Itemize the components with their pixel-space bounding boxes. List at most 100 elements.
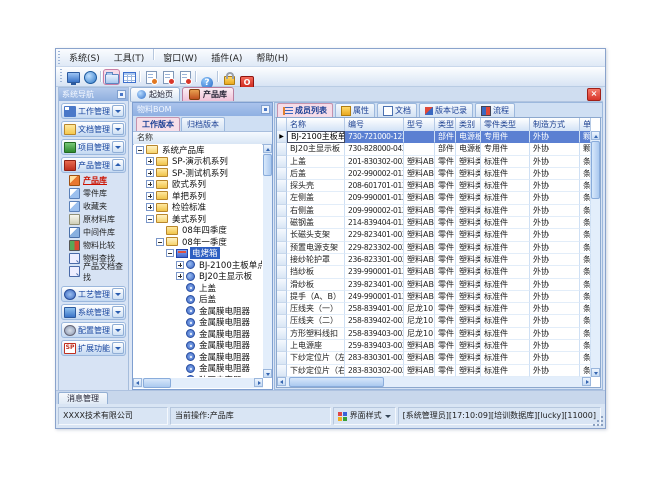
table-cell[interactable]: 上盖	[287, 156, 345, 168]
tree-node-08年一季度[interactable]: 08年一季度	[134, 236, 262, 248]
collapse-minus-icon[interactable]	[166, 249, 174, 257]
column-header-单位[interactable]: 单位	[580, 118, 591, 131]
table-cell[interactable]: 塑料类	[456, 168, 481, 180]
table-cell[interactable]: 214-839404-01X	[345, 217, 404, 229]
tab-属性[interactable]: 属性	[335, 103, 375, 117]
scroll-left-icon[interactable]	[277, 377, 286, 386]
table-cell[interactable]: 塑料类	[456, 242, 481, 254]
table-cell[interactable]: 部件	[435, 143, 456, 155]
collapse-minus-icon[interactable]	[156, 238, 164, 246]
table-cell[interactable]: 外协	[530, 328, 580, 340]
table-row[interactable]: 下纱定位片（左）283-830301-00X塑料ABS零件塑料类标准件外协条	[277, 352, 591, 364]
table-cell[interactable]: 塑料类	[456, 315, 481, 327]
table-row[interactable]: 提手（A、B）249-990001-01X塑料ABS零件塑料类标准件外协条	[277, 291, 591, 303]
menu-item-窗口[interactable]: 窗口(W)	[156, 49, 204, 66]
table-cell[interactable]: 外协	[530, 340, 580, 352]
tree-node-后盖[interactable]: 后盖	[134, 294, 262, 306]
table-cell[interactable]: 零件	[435, 156, 456, 168]
table-cell[interactable]: BJ-2100主板单点	[287, 131, 345, 143]
collapse-minus-icon[interactable]	[146, 215, 154, 223]
table-row[interactable]: 左侧盖209-990001-01X塑料ABS零件塑料类标准件外协条	[277, 192, 591, 204]
table-cell[interactable]	[404, 131, 435, 143]
table-cell[interactable]: 202-990002-01X	[345, 168, 404, 180]
row-selector[interactable]	[277, 315, 287, 327]
table-cell[interactable]: 239-823401-00X	[345, 279, 404, 291]
table-cell[interactable]: 标准件	[481, 340, 530, 352]
expand-plus-icon[interactable]	[146, 157, 154, 165]
table-cell[interactable]: 零件	[435, 340, 456, 352]
table-cell[interactable]: 外协	[530, 143, 580, 155]
table-cell[interactable]: 塑料类	[456, 365, 481, 377]
tab-文档[interactable]: 文档	[377, 103, 417, 117]
table-cell[interactable]: 零件	[435, 365, 456, 377]
table-cell[interactable]: 塑料ABS	[404, 168, 435, 180]
column-header-类型[interactable]: 类型	[435, 118, 456, 131]
table-cell[interactable]: 283-830302-00X	[345, 365, 404, 377]
table-cell[interactable]: 条	[580, 254, 591, 266]
table-cell[interactable]: 条	[580, 242, 591, 254]
table-cell[interactable]: 外协	[530, 303, 580, 315]
table-cell[interactable]: 标准件	[481, 303, 530, 315]
scrollbar-thumb[interactable]	[289, 377, 384, 387]
tab-版本记录[interactable]: 版本记录	[419, 103, 473, 117]
chevron-down-icon[interactable]	[112, 288, 124, 300]
table-cell[interactable]: 外协	[530, 180, 580, 192]
menu-item-系统[interactable]: 系统(S)	[62, 49, 107, 66]
help-button[interactable]: ?	[199, 70, 214, 84]
table-cell[interactable]: 标准件	[481, 229, 530, 241]
tab-工作版本[interactable]: 工作版本	[136, 117, 180, 131]
row-selector[interactable]	[277, 156, 287, 168]
table-row[interactable]: 探头壳208-601701-01X塑料ABS零件塑料类标准件外协条	[277, 180, 591, 192]
chevron-down-icon[interactable]	[112, 342, 124, 354]
sidebar-group-文档管理[interactable]: 文档管理	[61, 121, 126, 137]
table-vertical-scrollbar[interactable]	[591, 131, 600, 377]
close-icon[interactable]: ×	[587, 88, 601, 101]
table-cell[interactable]: 条	[580, 315, 591, 327]
table-cell[interactable]: 标准件	[481, 205, 530, 217]
table-cell[interactable]: 标准件	[481, 156, 530, 168]
table-cell[interactable]: 259-839403-00X	[345, 340, 404, 352]
expand-plus-icon[interactable]	[146, 169, 154, 177]
tree-node-检验标准[interactable]: 检验标准	[134, 202, 262, 214]
row-selector[interactable]	[277, 192, 287, 204]
table-cell[interactable]: 塑料ABS	[404, 192, 435, 204]
table-cell[interactable]: 标准件	[481, 192, 530, 204]
table-cell[interactable]: 零件	[435, 192, 456, 204]
table-cell[interactable]: 颗	[580, 143, 591, 155]
table-cell[interactable]: 外协	[530, 156, 580, 168]
table-cell[interactable]: 塑料类	[456, 254, 481, 266]
table-cell[interactable]: 零件	[435, 254, 456, 266]
table-cell[interactable]: 下纱定位片（右）	[287, 365, 345, 377]
table-cell[interactable]: 磁钢盖	[287, 217, 345, 229]
menu-grip[interactable]	[58, 51, 60, 65]
table-cell[interactable]: 塑料类	[456, 217, 481, 229]
table-cell[interactable]: 塑料ABS	[404, 266, 435, 278]
column-header-零件类型[interactable]: 零件类型	[481, 118, 530, 131]
scrollbar-thumb[interactable]	[591, 141, 600, 199]
row-selector[interactable]	[277, 328, 287, 340]
table-cell[interactable]: 条	[580, 303, 591, 315]
table-cell[interactable]: 标准件	[481, 279, 530, 291]
table-cell[interactable]: 塑料类	[456, 266, 481, 278]
table-cell[interactable]: 专用件	[481, 131, 530, 143]
table-cell[interactable]: 塑料ABS	[404, 279, 435, 291]
table-cell[interactable]: 零件	[435, 242, 456, 254]
table-cell[interactable]: 尼龙1010	[404, 328, 435, 340]
table-row[interactable]: 磁钢盖214-839404-01X塑料ABS零件塑料类标准件外协条	[277, 217, 591, 229]
chevron-down-icon[interactable]	[112, 324, 124, 336]
tree-node-SP-测试机系列[interactable]: SP-测试机系列	[134, 167, 262, 179]
table-cell[interactable]: 零件	[435, 291, 456, 303]
table-cell[interactable]: 标准件	[481, 291, 530, 303]
table-cell[interactable]: 零件	[435, 180, 456, 192]
monitor-button[interactable]	[65, 70, 80, 84]
scrollbar-thumb[interactable]	[263, 154, 272, 176]
table-cell[interactable]: 标准件	[481, 266, 530, 278]
table-cell[interactable]: 249-990001-01X	[345, 291, 404, 303]
table-cell[interactable]: 外协	[530, 254, 580, 266]
expand-plus-icon[interactable]	[176, 261, 184, 269]
table-cell[interactable]: 塑料类	[456, 205, 481, 217]
table-cell[interactable]: 塑料类	[456, 328, 481, 340]
table-cell[interactable]: 标准件	[481, 352, 530, 364]
table-cell[interactable]: 209-990001-01X	[345, 192, 404, 204]
table-cell[interactable]: 外协	[530, 315, 580, 327]
